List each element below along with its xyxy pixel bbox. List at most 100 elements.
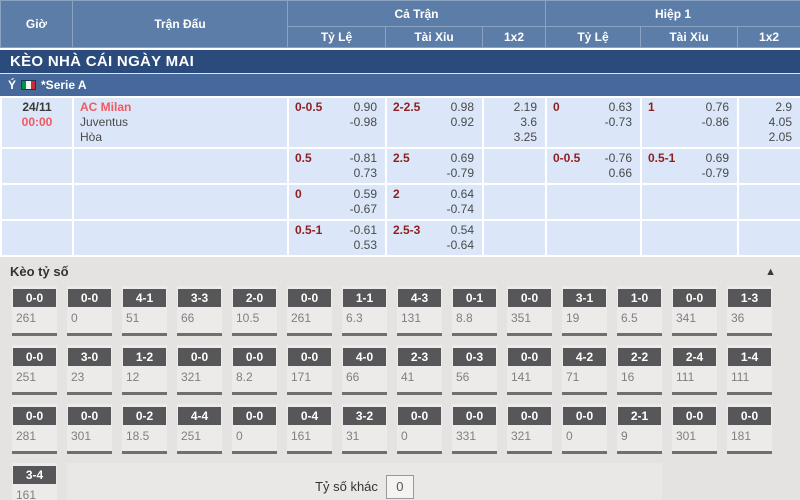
score-cell[interactable]: 0-0171 xyxy=(287,345,332,395)
handicap-line: 0 xyxy=(289,187,302,201)
score-cell[interactable]: 3-4 161 xyxy=(12,463,57,500)
ft-over-under-cell[interactable]: 2.5-30.54-0.64 xyxy=(386,220,483,256)
handicap-line: 2-2.5 xyxy=(387,100,420,114)
odds-top-value: 0.90 xyxy=(322,100,377,115)
ft-over-under-cell[interactable]: 20.64-0.74 xyxy=(386,184,483,220)
score-cell[interactable]: 4-066 xyxy=(342,345,387,395)
handicap-line: 0.5 xyxy=(289,151,312,165)
score-cell[interactable]: 4-271 xyxy=(562,345,607,395)
h1-1x2-cell[interactable]: 2.94.052.05 xyxy=(738,97,800,148)
score-box: 4-4 xyxy=(178,407,221,425)
score-odds: 331 xyxy=(452,425,497,443)
score-box: 0-0 xyxy=(68,289,111,307)
score-cell[interactable]: 3-366 xyxy=(177,286,222,336)
score-odds: 181 xyxy=(727,425,772,443)
score-cell[interactable]: 3-023 xyxy=(67,345,112,395)
score-cell[interactable]: 4-3131 xyxy=(397,286,442,336)
score-cell[interactable]: 2-341 xyxy=(397,345,442,395)
ft-1x2-cell xyxy=(483,148,546,184)
score-cell[interactable]: 1-4111 xyxy=(727,345,772,395)
h1-over-under-cell[interactable]: 0.5-10.69-0.79 xyxy=(641,148,738,184)
score-box: 2-1 xyxy=(618,407,661,425)
score-box: 3-2 xyxy=(343,407,386,425)
ft-handicap-cell[interactable]: 0.5-1-0.610.53 xyxy=(288,220,386,256)
header-ft-1x2: 1x2 xyxy=(483,27,546,48)
odds-bottom-value: -0.73 xyxy=(560,115,632,130)
ft-over-under-cell[interactable]: 2.50.69-0.79 xyxy=(386,148,483,184)
score-cell[interactable]: 0-0281 xyxy=(12,404,57,454)
handicap-line: 0-0.5 xyxy=(547,151,580,165)
ft-handicap-cell[interactable]: 0-0.50.90-0.98 xyxy=(288,97,386,148)
match-cell xyxy=(73,184,288,220)
header-h1-odds: Tỷ Lệ xyxy=(546,27,641,48)
score-cell[interactable]: 0-0261 xyxy=(12,286,57,336)
score-box: 0-0 xyxy=(178,348,221,366)
score-cell[interactable]: 0-0181 xyxy=(727,404,772,454)
score-cell[interactable]: 1-16.3 xyxy=(342,286,387,336)
score-cell[interactable]: 2-010.5 xyxy=(232,286,277,336)
score-odds: 0 xyxy=(232,425,277,443)
score-cell[interactable]: 4-4251 xyxy=(177,404,222,454)
score-cell[interactable]: 3-119 xyxy=(562,286,607,336)
chevron-up-icon[interactable]: ▲ xyxy=(765,266,776,278)
odds-row: 0.5-0.810.732.50.69-0.790-0.5-0.760.660.… xyxy=(1,148,800,184)
score-odds: 0 xyxy=(67,307,112,325)
match-teams[interactable]: AC MilanJuventusHòa xyxy=(74,100,287,145)
score-cell[interactable]: 0-0301 xyxy=(672,404,717,454)
score-odds: 0 xyxy=(397,425,442,443)
score-odds: 19 xyxy=(562,307,607,325)
score-box: 0-0 xyxy=(563,407,606,425)
h1-handicap-cell[interactable]: 00.63-0.73 xyxy=(546,97,641,148)
score-cell[interactable]: 0-0251 xyxy=(12,345,57,395)
score-box: 3-1 xyxy=(563,289,606,307)
score-odds: 31 xyxy=(342,425,387,443)
score-cell[interactable]: 2-216 xyxy=(617,345,662,395)
score-section-title: Kèo tỷ số xyxy=(10,264,69,279)
score-cell[interactable]: 2-4111 xyxy=(672,345,717,395)
score-cell[interactable]: 4-151 xyxy=(122,286,167,336)
score-cell[interactable]: 3-231 xyxy=(342,404,387,454)
score-box: 0-0 xyxy=(508,407,551,425)
score-box: 4-0 xyxy=(343,348,386,366)
score-odds: 281 xyxy=(12,425,57,443)
h1-over-under-cell[interactable]: 10.76-0.86 xyxy=(641,97,738,148)
score-cell[interactable]: 1-336 xyxy=(727,286,772,336)
score-box: 0-0 xyxy=(288,348,331,366)
score-cell[interactable]: 0-0331 xyxy=(452,404,497,454)
score-cell[interactable]: 0-00 xyxy=(397,404,442,454)
handicap-line: 2 xyxy=(387,187,400,201)
score-cell[interactable]: 0-08.2 xyxy=(232,345,277,395)
time-cell xyxy=(1,184,73,220)
h1-handicap-cell[interactable]: 0-0.5-0.760.66 xyxy=(546,148,641,184)
score-cell[interactable]: 0-0341 xyxy=(672,286,717,336)
league-country: Ý xyxy=(8,74,16,96)
score-cell[interactable]: 0-218.5 xyxy=(122,404,167,454)
score-cell[interactable]: 0-356 xyxy=(452,345,497,395)
ft-handicap-cell[interactable]: 00.59-0.67 xyxy=(288,184,386,220)
other-score-input[interactable]: 0 xyxy=(386,475,414,499)
1x2-value: 3.6 xyxy=(484,115,537,130)
score-cell[interactable]: 1-06.5 xyxy=(617,286,662,336)
score-cell[interactable]: 0-0261 xyxy=(287,286,332,336)
score-cell[interactable]: 0-0301 xyxy=(67,404,112,454)
ft-over-under-cell[interactable]: 2-2.50.980.92 xyxy=(386,97,483,148)
odds-table: 24/1100:00AC MilanJuventusHòa0-0.50.90-0… xyxy=(0,96,800,257)
score-cell[interactable]: 0-00 xyxy=(67,286,112,336)
score-cell[interactable]: 0-0351 xyxy=(507,286,552,336)
score-cell[interactable]: 0-0321 xyxy=(177,345,222,395)
score-odds: 0 xyxy=(562,425,607,443)
handicap-line: 1 xyxy=(642,100,655,114)
ft-1x2-cell[interactable]: 2.193.63.25 xyxy=(483,97,546,148)
score-cell[interactable]: 0-00 xyxy=(232,404,277,454)
score-cell[interactable]: 0-18.8 xyxy=(452,286,497,336)
score-cell[interactable]: 0-4161 xyxy=(287,404,332,454)
score-cell[interactable]: 0-0141 xyxy=(507,345,552,395)
score-section-header: Kèo tỷ số ▲ xyxy=(0,262,800,281)
score-cell[interactable]: 2-19 xyxy=(617,404,662,454)
score-cell[interactable]: 1-212 xyxy=(122,345,167,395)
match-time: 00:00 xyxy=(2,115,72,130)
league-bar[interactable]: Ý *Serie A xyxy=(0,74,800,96)
ft-handicap-cell[interactable]: 0.5-0.810.73 xyxy=(288,148,386,184)
score-cell[interactable]: 0-00 xyxy=(562,404,607,454)
score-cell[interactable]: 0-0321 xyxy=(507,404,552,454)
